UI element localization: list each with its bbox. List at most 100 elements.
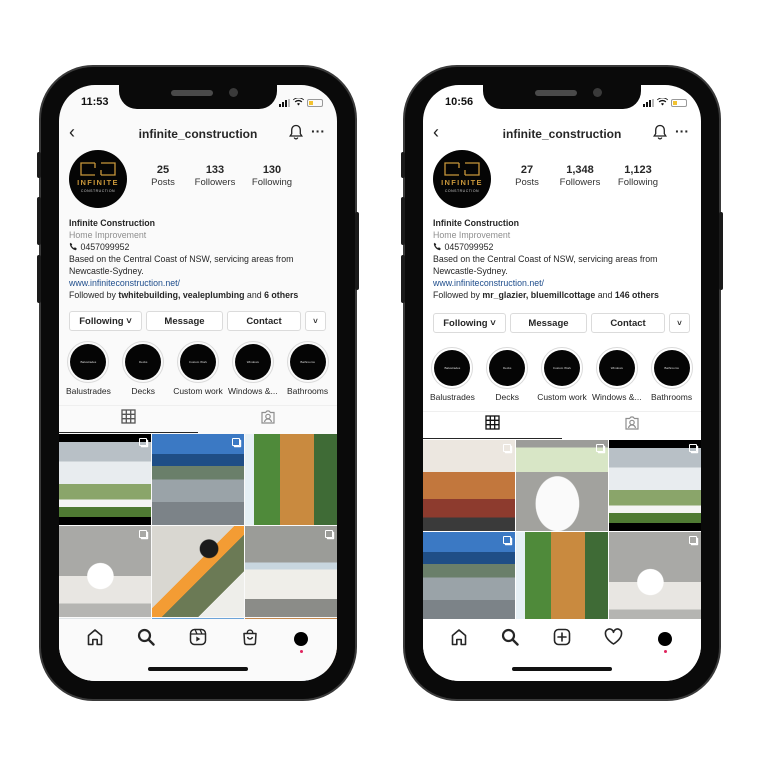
grid-icon bbox=[485, 415, 500, 435]
bio-description: Based on the Central Coast of NSW, servi… bbox=[69, 254, 294, 276]
notification-dot bbox=[663, 650, 667, 653]
post-thumbnail[interactable] bbox=[609, 532, 701, 623]
tab-search[interactable] bbox=[498, 627, 522, 651]
new-post-icon bbox=[553, 628, 571, 651]
highlight-label: Bathrooms bbox=[651, 392, 693, 402]
post-thumbnail[interactable] bbox=[423, 440, 515, 531]
phone-number[interactable]: 0457099952 bbox=[80, 242, 129, 252]
volume-down-button bbox=[401, 255, 405, 303]
message-button[interactable]: Message bbox=[146, 311, 223, 331]
highlight-label: Decks bbox=[495, 392, 519, 402]
story-highlight[interactable]: Bathrooms Bathrooms bbox=[645, 347, 699, 402]
post-thumbnail[interactable] bbox=[516, 440, 608, 531]
stat-followers[interactable]: 133 Followers bbox=[187, 164, 243, 188]
more-options-icon[interactable]: ··· bbox=[311, 123, 325, 139]
avatar[interactable]: INFINITE CONSTRUCTION bbox=[69, 150, 127, 208]
tab-reels[interactable] bbox=[186, 627, 210, 651]
bio-description: Based on the Central Coast of NSW, servi… bbox=[433, 254, 658, 276]
logo-text: INFINITE bbox=[441, 178, 483, 187]
volume-down-button bbox=[37, 255, 41, 303]
post-thumbnail[interactable] bbox=[152, 434, 244, 525]
profile-header: ‹ infinite_construction ··· bbox=[59, 123, 337, 143]
wifi-icon bbox=[293, 97, 304, 109]
notch bbox=[483, 85, 641, 109]
tab-activity-heart[interactable] bbox=[602, 627, 626, 651]
story-highlight[interactable]: Windows Windows &... bbox=[590, 347, 644, 402]
suggested-accounts-button[interactable]: ˅ bbox=[305, 311, 326, 331]
story-highlight[interactable]: Custom Work Custom work bbox=[171, 341, 225, 396]
post-thumbnail[interactable] bbox=[516, 532, 608, 623]
tab-posts-grid[interactable] bbox=[59, 406, 198, 433]
tab-profile[interactable] bbox=[653, 627, 677, 653]
followed-by-users: mr_glazier, bluemillcottage bbox=[482, 290, 596, 300]
profile-summary: INFINITE CONSTRUCTION 27 Posts 1,348 Fol… bbox=[433, 150, 691, 210]
carousel-icon bbox=[503, 536, 511, 544]
profile-stats: 27 Posts 1,348 Followers 1,123 Following bbox=[503, 164, 691, 188]
instagram-profile-screen: 11:53 ‹ infinite_construction ··· INFINI… bbox=[59, 85, 337, 681]
avatar[interactable]: INFINITE CONSTRUCTION bbox=[433, 150, 491, 208]
highlight-label: Windows &... bbox=[227, 386, 278, 396]
followed-by[interactable]: Followed by twhitebuilding, vealeplumbin… bbox=[69, 289, 329, 301]
post-thumbnail[interactable] bbox=[245, 526, 337, 617]
stat-followers[interactable]: 1,348 Followers bbox=[551, 164, 609, 188]
suggested-accounts-button[interactable]: ˅ bbox=[669, 313, 690, 333]
tab-profile[interactable] bbox=[289, 627, 313, 653]
stat-label: Followers bbox=[559, 177, 601, 188]
more-options-icon[interactable]: ··· bbox=[675, 123, 689, 139]
tab-home[interactable] bbox=[447, 627, 471, 651]
phone-number[interactable]: 0457099952 bbox=[444, 242, 493, 252]
followed-by-prefix: Followed by bbox=[433, 290, 483, 300]
power-button bbox=[719, 212, 723, 290]
post-thumbnail[interactable] bbox=[609, 440, 701, 531]
stat-following[interactable]: 130 Following bbox=[243, 164, 301, 188]
highlight-cover: Windows bbox=[598, 350, 635, 386]
post-thumbnail[interactable] bbox=[423, 532, 515, 623]
speaker bbox=[535, 90, 577, 96]
post-thumbnail[interactable] bbox=[152, 526, 244, 617]
contact-button[interactable]: Contact bbox=[591, 313, 665, 333]
wifi-icon bbox=[657, 97, 668, 109]
profile-bio: Infinite Construction Home Improvement 0… bbox=[433, 217, 693, 301]
followed-by-others: 6 others bbox=[264, 290, 299, 300]
story-highlight[interactable]: Custom Work Custom work bbox=[535, 347, 589, 402]
mute-switch bbox=[37, 152, 41, 178]
tab-home[interactable] bbox=[83, 627, 107, 651]
search-icon bbox=[137, 628, 156, 651]
tab-shop[interactable] bbox=[238, 627, 262, 651]
story-highlight[interactable]: Bathrooms Bathrooms bbox=[281, 341, 335, 396]
stat-posts[interactable]: 27 Posts bbox=[503, 164, 551, 188]
tab-search[interactable] bbox=[134, 627, 158, 651]
tagged-icon bbox=[260, 409, 276, 430]
stat-posts[interactable]: 25 Posts bbox=[139, 164, 187, 188]
content-tabs bbox=[423, 411, 701, 439]
following-button[interactable]: Following ˅ bbox=[69, 311, 142, 331]
following-button[interactable]: Following ˅ bbox=[433, 313, 506, 333]
message-button[interactable]: Message bbox=[510, 313, 587, 333]
highlight-cover: Balustrades bbox=[70, 344, 107, 380]
status-time: 11:53 bbox=[81, 96, 109, 108]
contact-button[interactable]: Contact bbox=[227, 311, 301, 331]
followed-by[interactable]: Followed by mr_glazier, bluemillcottage … bbox=[433, 289, 693, 301]
tab-posts-grid[interactable] bbox=[423, 412, 562, 439]
bell-icon[interactable] bbox=[653, 124, 667, 145]
post-thumbnail[interactable] bbox=[59, 526, 151, 617]
stat-following[interactable]: 1,123 Following bbox=[609, 164, 667, 188]
volume-up-button bbox=[37, 197, 41, 245]
tab-tagged[interactable] bbox=[198, 406, 337, 433]
highlight-label: Balustrades bbox=[65, 386, 111, 396]
story-highlight[interactable]: Windows Windows &... bbox=[226, 341, 280, 396]
story-highlight[interactable]: Balustrades Balustrades bbox=[61, 341, 115, 396]
website-link[interactable]: www.infiniteconstruction.net/ bbox=[433, 277, 693, 289]
bell-icon[interactable] bbox=[289, 124, 303, 145]
tab-tagged[interactable] bbox=[562, 412, 701, 439]
post-thumbnail[interactable] bbox=[245, 434, 337, 525]
story-highlight[interactable]: Decks Decks bbox=[116, 341, 170, 396]
highlight-ring: Balustrades bbox=[431, 347, 474, 389]
post-thumbnail[interactable] bbox=[59, 434, 151, 525]
story-highlight[interactable]: Decks Decks bbox=[480, 347, 534, 402]
story-highlight[interactable]: Balustrades Balustrades bbox=[425, 347, 479, 402]
website-link[interactable]: www.infiniteconstruction.net/ bbox=[69, 277, 329, 289]
story-highlights: Balustrades Balustrades Decks Decks Cust… bbox=[423, 347, 701, 402]
carousel-icon bbox=[325, 530, 333, 538]
tab-new-post[interactable] bbox=[550, 627, 574, 651]
